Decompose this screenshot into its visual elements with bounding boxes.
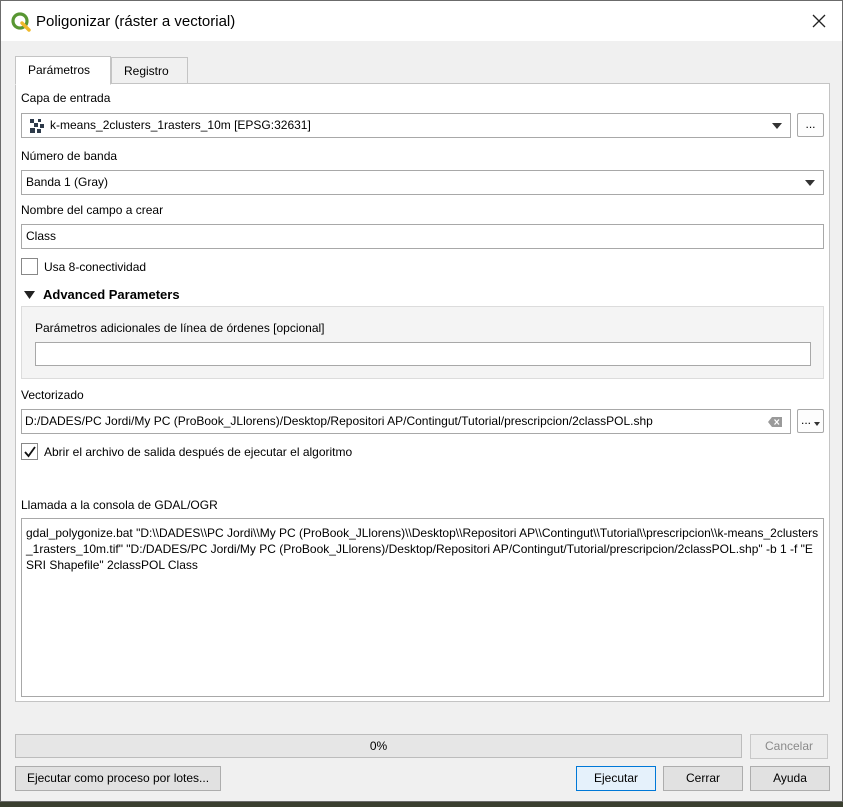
output-path-value: D:/DADES/PC Jordi/My PC (ProBook_JLloren… [25, 414, 653, 428]
qgis-logo-icon [11, 12, 31, 32]
run-button[interactable]: Ejecutar [576, 766, 656, 791]
cancel-button[interactable]: Cancelar [750, 734, 828, 759]
output-path-input[interactable]: D:/DADES/PC Jordi/My PC (ProBook_JLloren… [21, 409, 791, 434]
raster-layer-icon [30, 119, 44, 133]
eight-connectedness-checkbox[interactable] [21, 258, 38, 275]
title-bar: Poligonizar (ráster a vectorial) [1, 1, 842, 41]
dropdown-arrow-icon [814, 422, 820, 426]
input-layer-browse-button[interactable]: ... [797, 113, 824, 137]
close-icon [812, 14, 826, 28]
progress-bar: 0% [15, 734, 742, 758]
band-value: Banda 1 (Gray) [26, 175, 109, 189]
dialog-window: Poligonizar (ráster a vectorial) Parámet… [0, 0, 843, 802]
console-command-text[interactable]: gdal_polygonize.bat "D:\\DADES\\PC Jordi… [21, 518, 824, 697]
dropdown-arrow-icon [805, 180, 815, 186]
band-label: Número de banda [21, 149, 118, 163]
close-dialog-button[interactable]: Cerrar [663, 766, 743, 791]
open-output-label: Abrir el archivo de salida después de ej… [44, 445, 353, 459]
advanced-parameters-toggle[interactable]: Advanced Parameters [43, 287, 180, 302]
parameters-panel: Capa de entrada k-means_2clusters_1raste… [15, 83, 830, 702]
field-name-label: Nombre del campo a crear [21, 203, 164, 217]
output-label: Vectorizado [21, 388, 84, 402]
input-layer-label: Capa de entrada [21, 91, 111, 105]
tab-registro[interactable]: Registro [111, 57, 188, 85]
console-label: Llamada a la consola de GDAL/OGR [21, 498, 218, 512]
extra-params-label: Parámetros adicionales de línea de órden… [35, 321, 325, 335]
output-browse-button[interactable]: ... [797, 409, 824, 433]
open-output-checkbox[interactable] [21, 443, 38, 460]
input-layer-value: k-means_2clusters_1rasters_10m [EPSG:326… [50, 118, 311, 132]
advanced-parameters-group: Parámetros adicionales de línea de órden… [21, 306, 824, 379]
close-button[interactable] [796, 1, 842, 41]
help-button[interactable]: Ayuda [750, 766, 830, 791]
dropdown-arrow-icon [772, 123, 782, 129]
extra-params-input[interactable] [35, 342, 811, 366]
output-browse-label: ... [801, 413, 812, 427]
checkmark-icon [24, 446, 36, 458]
input-layer-combo[interactable]: k-means_2clusters_1rasters_10m [EPSG:326… [21, 113, 791, 138]
progress-text: 0% [369, 739, 388, 753]
window-title: Poligonizar (ráster a vectorial) [36, 13, 236, 30]
clear-field-icon[interactable] [768, 417, 782, 427]
batch-process-button[interactable]: Ejecutar como proceso por lotes... [15, 766, 221, 791]
eight-connectedness-label: Usa 8-conectividad [44, 260, 147, 274]
tab-parametros[interactable]: Parámetros [15, 56, 111, 85]
band-combo[interactable]: Banda 1 (Gray) [21, 170, 824, 195]
field-name-input[interactable]: Class [21, 224, 824, 249]
collapse-triangle-icon[interactable] [24, 291, 35, 299]
